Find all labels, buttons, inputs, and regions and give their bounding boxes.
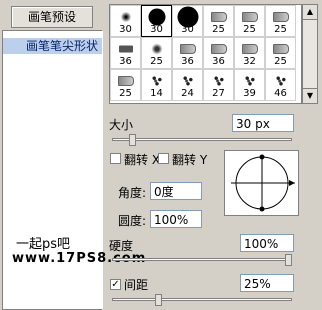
brush-size-label: 46 [274,88,287,99]
scroll-up-icon[interactable]: ▲ [303,5,317,20]
hardness-field[interactable]: 100% [240,234,294,252]
brush-preset-cell[interactable]: 30 [172,5,203,37]
brush-preset-cell[interactable]: 25 [265,5,296,37]
angle-label: 角度: [118,186,147,200]
brush-size-label: 25 [212,24,225,35]
brush-tip-icon [272,44,289,54]
brush-preset-cell[interactable]: 27 [203,69,234,101]
brush-tip-icon [179,44,196,54]
hardness-slider-track[interactable] [112,258,292,261]
brush-tip-icon [211,74,226,88]
roundness-label: 圆度: [118,214,147,228]
brush-presets-button[interactable]: 画笔预设 [11,6,93,28]
brush-size-label: 25 [274,24,287,35]
brush-preset-cell[interactable]: 36 [172,37,203,69]
brush-preset-cell[interactable]: 25 [234,5,265,37]
brush-settings-list: 画笔笔尖形状 一起ps吧 www.17PS8.com [2,30,145,310]
brush-tip-icon [210,44,227,54]
brush-tip-icon [241,12,258,22]
brush-size-label: 36 [181,56,194,67]
brush-tip-icon [241,44,258,54]
brush-tip-icon [272,12,289,22]
spacing-slider-track[interactable] [112,298,292,301]
brush-tip-icon [273,74,288,88]
hardness-label: 硬度 [109,239,134,253]
sidebar-item-brush-tip-shape[interactable]: 画笔笔尖形状 [3,38,102,54]
brush-size-label: 30 [150,24,163,35]
brush-size-label: 36 [119,56,132,67]
brush-preset-cell[interactable]: 30 [110,5,141,37]
brush-size-label: 25 [243,24,256,35]
brush-size-label: 25 [119,88,132,99]
brush-size-label: 30 [119,24,132,35]
brush-size-label: 36 [212,56,225,67]
brush-preset-cell[interactable]: 25 [203,5,234,37]
brush-preset-cell[interactable]: 25 [265,37,296,69]
brush-preset-cell[interactable]: 36 [203,37,234,69]
brush-preset-cell[interactable]: 25 [141,37,172,69]
brush-preset-cell[interactable]: 46 [265,69,296,101]
brush-tip-icon [242,74,257,88]
size-field[interactable]: 30 px [232,114,294,132]
flip-x-label: 翻转 X [124,153,161,167]
flip-y-label: 翻转 Y [172,153,208,167]
size-slider-thumb[interactable] [129,134,137,146]
brush-tip-icon [120,12,131,22]
brush-preset-cell[interactable]: 32 [234,37,265,69]
flip-y-checkbox[interactable] [158,153,169,164]
spacing-slider-thumb[interactable] [155,294,163,306]
sidebar-item-label: 画笔笔尖形状 [25,39,98,53]
brush-tip-icon [118,45,133,53]
brush-size-label: 14 [150,88,163,99]
brush-size-label: 30 [181,24,194,35]
brush-size-label: 24 [181,88,194,99]
angle-field[interactable]: 0度 [150,182,202,200]
scroll-down-icon[interactable]: ▼ [303,88,317,103]
brush-preset-cell[interactable]: 14 [141,69,172,101]
size-label: 大小 [109,118,134,132]
brush-presets-label: 画笔预设 [27,10,76,24]
brush-size-label: 32 [243,56,256,67]
brush-preset-cell[interactable]: 25 [110,69,141,101]
brush-tip-icon [148,8,165,26]
brush-size-label: 25 [150,56,163,67]
brush-size-label: 27 [212,88,225,99]
brush-preset-cell[interactable]: 24 [172,69,203,101]
brush-size-label: 39 [243,88,256,99]
crosshair-circle-icon [231,154,295,212]
angle-roundness-preview[interactable] [224,150,299,216]
brush-tip-icon [180,74,195,88]
spacing-field[interactable]: 25% [240,274,294,292]
brush-tip-icon [149,74,164,88]
brush-tip-grid: 30 30 30 25 25 25 36 25 36 36 32 25 25 14 24 27 39 46 [109,4,302,104]
watermark-text: 一起ps吧 [16,237,71,252]
brush-preset-cell[interactable]: 39 [234,69,265,101]
spacing-checkbox[interactable]: ✓ [110,279,121,290]
brush-tip-icon [210,12,227,22]
brush-preset-cell[interactable]: 36 [110,37,141,69]
brush-preset-cell[interactable]: 30 [141,5,172,37]
brush-grid-scrollbar[interactable]: ▲ ▼ [302,4,318,104]
roundness-field[interactable]: 100% [150,210,202,228]
brush-tip-icon [149,43,164,55]
brush-tip-icon [117,76,134,86]
brush-size-label: 25 [274,56,287,67]
spacing-label: 间距 [124,278,149,292]
size-slider-track[interactable] [112,138,292,141]
flip-x-checkbox[interactable] [110,153,121,164]
hardness-slider-thumb[interactable] [285,254,292,266]
